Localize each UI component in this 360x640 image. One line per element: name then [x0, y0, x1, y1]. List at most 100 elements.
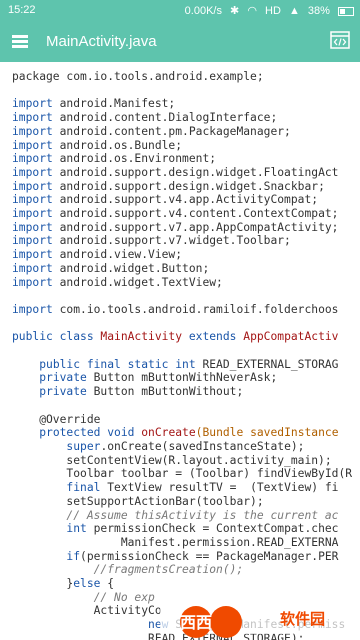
code-token: import — [12, 138, 53, 152]
code-token: android.Manifest; — [52, 97, 176, 111]
code-token: import — [12, 220, 53, 234]
code-token: android.support.design.widget.FloatingAc… — [52, 165, 339, 179]
code-token: TextView resultTV = (TextView) fi — [100, 481, 339, 495]
code-token: android.view.View; — [52, 248, 183, 262]
code-line: setContentView(R.layout.activity_main); — [12, 454, 360, 468]
file-title: MainActivity.java — [46, 33, 157, 50]
code-token: android.os.Bundle; — [52, 138, 183, 152]
code-token: import — [12, 165, 53, 179]
code-line: import android.Manifest; — [12, 97, 360, 111]
code-token: import — [12, 111, 53, 125]
code-token: android.support.v7.widget.Toolbar; — [52, 234, 291, 248]
code-token: import — [12, 248, 53, 262]
code-token: AppCompatActiv — [243, 330, 339, 344]
code-token: android.content.DialogInterface; — [52, 111, 278, 125]
code-line: package com.io.tools.android.example; — [12, 70, 360, 84]
code-token: super — [66, 439, 101, 453]
code-line: int permissionCheck = ContextCompat.chec — [12, 522, 360, 536]
code-line: import android.view.View; — [12, 248, 360, 262]
code-token: setSupportActionBar(toolbar); — [12, 494, 264, 508]
code-line: import com.io.tools.android.ramiloif.fol… — [12, 303, 360, 317]
code-token: android.support.v4.content.ContextCompat… — [52, 207, 339, 221]
code-token: extends — [182, 330, 244, 344]
code-token: import — [12, 302, 53, 316]
code-token: Button mButtonWithout; — [86, 385, 244, 399]
code-token: import — [12, 261, 53, 275]
app-toolbar: MainActivity.java — [0, 22, 360, 62]
wifi-icon: ◠ — [247, 5, 257, 17]
code-line: import android.support.v7.app.AppCompatA… — [12, 221, 360, 235]
code-token: public class — [12, 330, 101, 344]
code-token: import — [12, 193, 53, 207]
network-speed: 0.00K/s — [184, 5, 222, 17]
code-token: import — [12, 275, 53, 289]
code-token: permissionCheck = ContextCompat.chec — [86, 522, 339, 536]
code-token: READ_EXTERNAL_STORAG — [195, 357, 339, 371]
code-line: import android.support.design.widget.Sna… — [12, 180, 360, 194]
code-line: import android.os.Environment; — [12, 152, 360, 166]
code-line: import android.os.Bundle; — [12, 139, 360, 153]
code-token: int — [66, 522, 87, 536]
status-right: 0.00K/s ✱ ◠ HD ▲ 38% — [180, 4, 354, 17]
code-line: @Override — [12, 413, 360, 427]
code-token: private — [39, 371, 87, 385]
code-token: com.io.tools.android.ramiloif.folderchoo… — [52, 302, 339, 316]
network-type: HD — [265, 5, 281, 17]
code-line: public final static int READ_EXTERNAL_ST… — [12, 358, 360, 372]
code-token: android.widget.Button; — [52, 261, 210, 275]
code-token: Toolbar toolbar = (Toolbar) findViewById… — [12, 467, 353, 481]
code-token: } — [12, 577, 74, 591]
code-line: private Button mButtonWithout; — [12, 385, 360, 399]
code-line: import android.content.DialogInterface; — [12, 111, 360, 125]
code-token: protected void — [39, 426, 142, 440]
code-line: if(permissionCheck == PackageManager.PER — [12, 550, 360, 564]
code-token: //fragmentsCreation(); — [93, 563, 244, 577]
code-token: private — [39, 385, 87, 399]
watermark: 西西 软件园 — [160, 596, 360, 640]
code-view-icon[interactable] — [330, 31, 350, 49]
code-line: import android.content.pm.PackageManager… — [12, 125, 360, 139]
code-token: android.support.v4.app.ActivityCompat; — [52, 193, 319, 207]
hamburger-menu-icon[interactable] — [12, 35, 28, 49]
code-line: setSupportActionBar(toolbar); — [12, 495, 360, 509]
code-token: import — [12, 179, 53, 193]
code-token: package com.io.tools.android.example; — [12, 70, 264, 83]
code-line: public class MainActivity extends AppCom… — [12, 330, 360, 344]
code-token: { — [100, 577, 115, 591]
code-token: if — [66, 549, 81, 563]
code-token: import — [12, 97, 53, 111]
code-token: final — [66, 481, 101, 495]
code-line: import android.support.v4.app.ActivityCo… — [12, 193, 360, 207]
code-line: //fragmentsCreation(); — [12, 563, 360, 577]
code-line: super.onCreate(savedInstanceState); — [12, 440, 360, 454]
code-token: // No exp — [93, 590, 155, 604]
status-time: 15:22 — [8, 4, 36, 16]
code-token: Manifest.permission.READ_EXTERNA — [12, 535, 339, 549]
signal-icon: ▲ — [288, 5, 300, 17]
code-line: }else { — [12, 577, 360, 591]
code-token: import — [12, 207, 53, 221]
code-token: (permissionCheck == PackageManager.PER — [80, 549, 339, 563]
code-token: public final static int — [39, 357, 196, 371]
code-token: @Override — [12, 412, 101, 426]
code-line: private Button mButtonWithNeverAsk; — [12, 371, 360, 385]
code-line: import android.support.v7.widget.Toolbar… — [12, 234, 360, 248]
code-token: MainActivity — [100, 330, 183, 344]
code-view[interactable]: package com.io.tools.android.example; im… — [0, 62, 360, 640]
code-token: else — [73, 577, 101, 591]
code-token: import — [12, 124, 53, 138]
watermark-site-text: 软件园 — [280, 611, 326, 628]
code-line: import android.widget.TextView; — [12, 276, 360, 290]
